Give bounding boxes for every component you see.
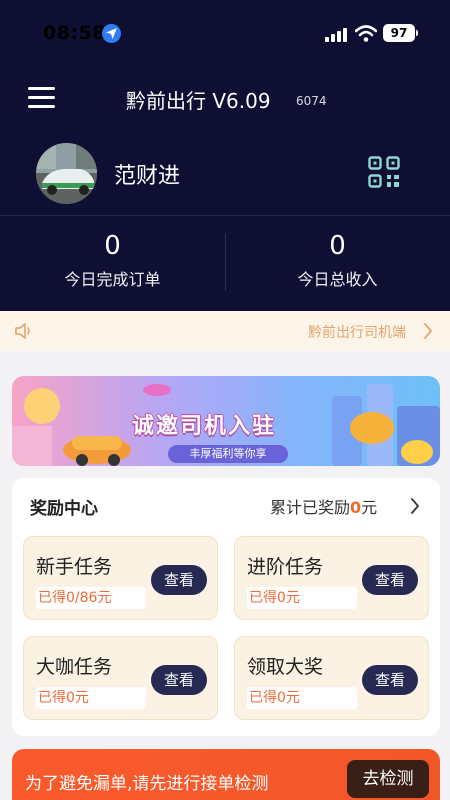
view-button[interactable]: 查看 [151, 565, 207, 595]
stat-orders-value: 0 [104, 231, 121, 261]
chevron-right-icon [424, 323, 433, 339]
stat-income-label: 今日总收入 [297, 270, 378, 289]
task-earned: 已得0元 [36, 687, 146, 709]
task-name: 进阶任务 [247, 556, 324, 578]
banner-subtitle: 丰厚福利等你享 [168, 445, 288, 463]
reward-total[interactable]: 累计已奖励0元 [270, 494, 377, 518]
location-arrow-icon [102, 24, 121, 43]
speaker-icon [15, 323, 30, 339]
battery-tip [416, 30, 418, 36]
chevron-right-icon[interactable] [410, 497, 420, 515]
status-bar: 08:58 97 [0, 0, 450, 66]
menu-icon[interactable] [28, 86, 55, 108]
task-card-advanced[interactable]: 进阶任务 已得0元 查看 [234, 536, 429, 620]
battery-indicator: 97 [383, 24, 415, 42]
stat-orders[interactable]: 0 今日完成订单 [0, 230, 225, 290]
cellular-signal-icon [325, 28, 347, 42]
qr-code-icon[interactable] [368, 156, 400, 188]
stat-income-value: 0 [329, 231, 346, 261]
reward-center-title: 奖励中心 [30, 499, 98, 519]
view-button[interactable]: 查看 [362, 565, 418, 595]
wifi-icon [355, 25, 377, 42]
app-title: 黔前出行 V6.09 [126, 89, 271, 113]
task-earned: 已得0/86元 [36, 587, 146, 609]
app-build-number: 6074 [296, 94, 327, 108]
reward-total-prefix: 累计已奖励 [270, 498, 351, 517]
view-button[interactable]: 查看 [151, 665, 207, 695]
avatar[interactable] [36, 143, 97, 204]
alert-text: 为了避免漏单,请先进行接单检测 [25, 774, 269, 794]
task-card-newbie[interactable]: 新手任务 已得0/86元 查看 [23, 536, 218, 620]
stat-income[interactable]: 0 今日总收入 [225, 230, 450, 290]
check-button[interactable]: 去检测 [347, 760, 429, 798]
profile-divider [0, 215, 450, 216]
task-card-expert[interactable]: 大咖任务 已得0元 查看 [23, 636, 218, 720]
task-card-grand-prize[interactable]: 领取大奖 已得0元 查看 [234, 636, 429, 720]
view-button[interactable]: 查看 [362, 665, 418, 695]
task-earned: 已得0元 [247, 687, 357, 709]
banner-title: 诚邀司机入驻 [132, 414, 277, 439]
reward-total-suffix: 元 [361, 498, 378, 517]
reward-total-amount: 0 [350, 498, 362, 517]
task-name: 新手任务 [36, 556, 113, 578]
status-time: 08:58 [43, 22, 106, 44]
stat-orders-label: 今日完成订单 [64, 270, 161, 289]
task-earned: 已得0元 [247, 587, 357, 609]
notice-text: 黔前出行司机端 [308, 325, 406, 341]
task-name: 领取大奖 [247, 656, 324, 678]
driver-name: 范财进 [114, 164, 181, 189]
task-name: 大咖任务 [36, 656, 113, 678]
